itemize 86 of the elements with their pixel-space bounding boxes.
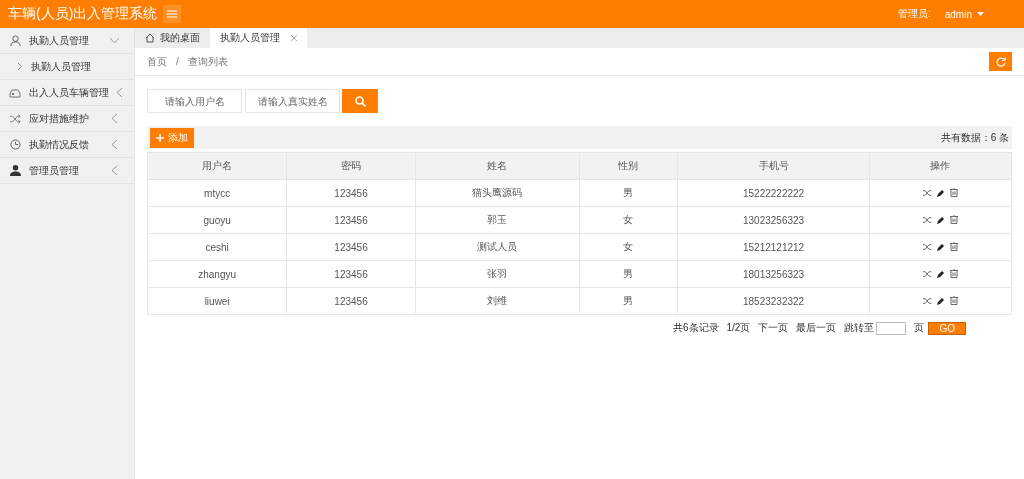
- home-icon: [145, 33, 155, 43]
- table-cell: zhangyu: [147, 260, 287, 288]
- sidebar-item[interactable]: 应对措施维护: [0, 106, 134, 132]
- column-header: 操作: [869, 152, 1012, 180]
- table-cell: guoyu: [147, 206, 287, 234]
- app-title: 车辆(人员)出入管理系统: [8, 5, 158, 23]
- table-cell: 18523232322: [677, 287, 870, 315]
- breadcrumb-link[interactable]: 查询列表: [187, 54, 228, 69]
- car-icon: [9, 87, 21, 98]
- tab[interactable]: 我的桌面: [135, 28, 210, 48]
- trash-icon[interactable]: [949, 269, 958, 278]
- menu-icon: [167, 10, 178, 18]
- table-cell: 123456: [286, 206, 416, 234]
- caret-icon: [977, 11, 984, 17]
- shuffle-icon[interactable]: [922, 269, 932, 278]
- table-cell: mtycc: [147, 179, 287, 207]
- table-cell: 123456: [286, 179, 416, 207]
- chevron-left-icon: [111, 114, 117, 123]
- search-icon: [354, 95, 366, 107]
- record-count: 共有数据：6 条: [940, 130, 1009, 145]
- table-cell: 猫头鹰源码: [415, 179, 580, 207]
- sidebar-item[interactable]: 管理员管理: [0, 158, 134, 184]
- table-cell: 123456: [286, 260, 416, 288]
- chevron-left-icon: [111, 140, 117, 149]
- page-field[interactable]: [876, 321, 907, 335]
- trash-icon[interactable]: [949, 296, 958, 305]
- table-cell: 123456: [286, 287, 416, 315]
- record-summary: 共6条记录: [672, 321, 719, 335]
- shuffle-icon[interactable]: [922, 215, 932, 224]
- pencil-icon[interactable]: [936, 269, 945, 278]
- trash-icon[interactable]: [949, 188, 958, 197]
- column-header: 性别: [579, 152, 678, 180]
- last-page-link[interactable]: 最后一页: [796, 321, 837, 335]
- sidebar-subitem[interactable]: 执勤人员管理: [0, 54, 134, 80]
- person-icon: [9, 165, 21, 176]
- pencil-icon[interactable]: [936, 215, 945, 224]
- trash-icon[interactable]: [949, 215, 958, 224]
- jump-label: 跳转至: [844, 321, 875, 335]
- column-header: 用户名: [147, 152, 287, 180]
- table-cell: 郭玉: [415, 206, 580, 234]
- search-field[interactable]: 请输入用户名: [147, 89, 242, 113]
- pencil-icon[interactable]: [936, 296, 945, 305]
- sidebar-item[interactable]: 出入人员车辆管理: [0, 80, 134, 106]
- table-cell: ceshi: [147, 233, 287, 261]
- table-cell: 张羽: [415, 260, 580, 288]
- tab[interactable]: 执勤人员管理: [210, 28, 307, 48]
- user-icon: [9, 35, 21, 46]
- shuffle-icon[interactable]: [922, 296, 932, 305]
- table-cell: 15222222222: [677, 179, 870, 207]
- trash-icon[interactable]: [949, 242, 958, 251]
- table-cell: 18013256323: [677, 260, 870, 288]
- sidebar-item[interactable]: 执勤情况反馈: [0, 132, 134, 158]
- table-cell: 男: [579, 179, 678, 207]
- breadcrumb-link[interactable]: 首页: [147, 54, 167, 69]
- admin-label: 管理员:: [897, 7, 931, 21]
- clock-icon: [9, 139, 21, 150]
- table-cell: liuwei: [147, 287, 287, 315]
- plus-icon: [156, 133, 164, 142]
- chevron-left-icon: [111, 166, 117, 175]
- shuffle-icon[interactable]: [922, 188, 932, 197]
- sidebar-item[interactable]: 执勤人员管理: [0, 28, 134, 54]
- table-cell: 男: [579, 260, 678, 288]
- table-cell: 女: [579, 233, 678, 261]
- page-indicator: 1/2页: [726, 321, 751, 335]
- table-cell: 女: [579, 206, 678, 234]
- table-cell: 刘维: [415, 287, 580, 315]
- chevron-right-icon: [18, 63, 22, 70]
- pencil-icon[interactable]: [936, 242, 945, 251]
- shuffle-icon: [9, 113, 21, 124]
- column-header: 姓名: [415, 152, 580, 180]
- table-cell: 123456: [286, 233, 416, 261]
- table-cell: 测试人员: [415, 233, 580, 261]
- breadcrumb-separator: /: [176, 56, 179, 67]
- pencil-icon[interactable]: [936, 188, 945, 197]
- table-cell: 15212121212: [677, 233, 870, 261]
- chevron-left-icon: [117, 88, 122, 97]
- next-page-link[interactable]: 下一页: [758, 321, 789, 335]
- search-field[interactable]: 请输入真实姓名: [245, 89, 340, 113]
- table-cell: 13023256323: [677, 206, 870, 234]
- column-header: 密码: [286, 152, 416, 180]
- chevron-down-icon: [109, 37, 119, 44]
- refresh-icon: [995, 56, 1006, 67]
- column-header: 手机号: [677, 152, 870, 180]
- shuffle-icon[interactable]: [922, 242, 932, 251]
- table-cell: 男: [579, 287, 678, 315]
- page-unit: 页: [914, 321, 925, 335]
